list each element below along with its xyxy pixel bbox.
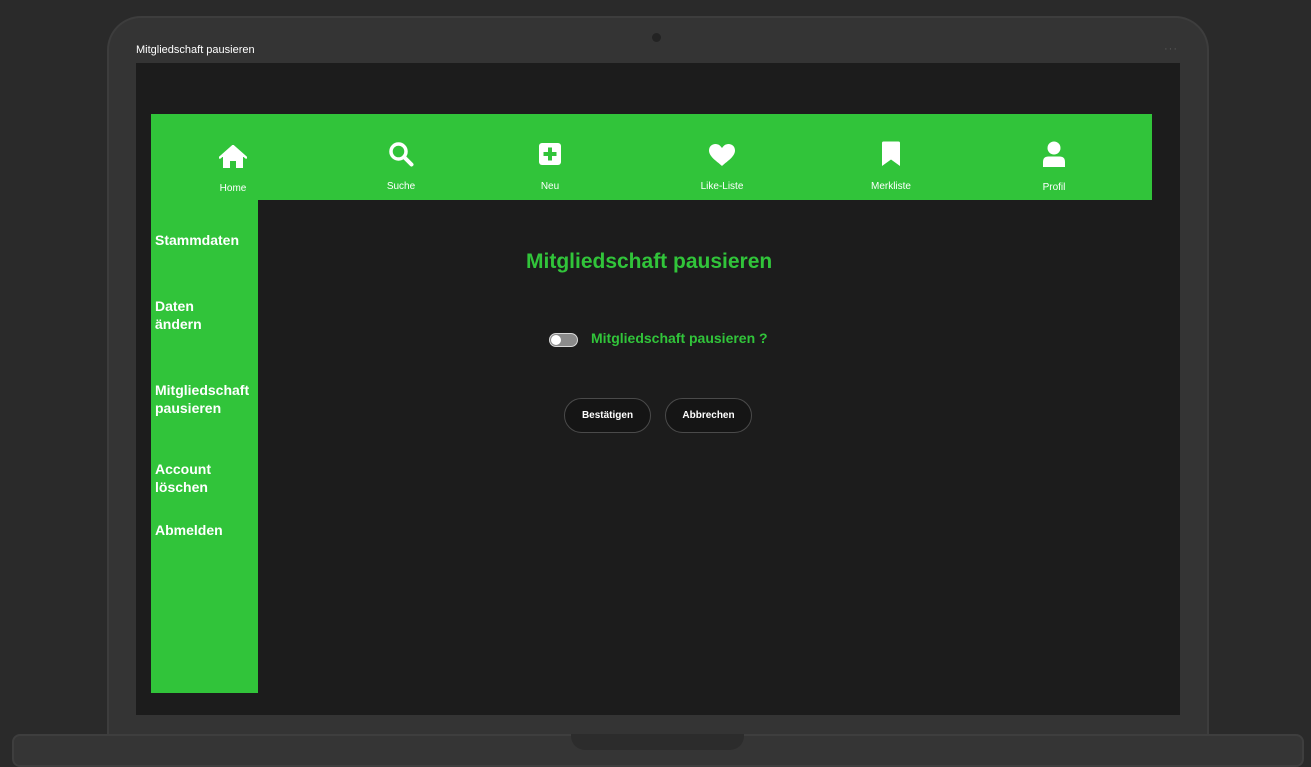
search-icon — [386, 139, 416, 169]
cancel-button[interactable]: Abbrechen — [665, 398, 752, 433]
plus-square-icon — [535, 139, 565, 169]
toggle-knob — [551, 335, 561, 345]
nav-label-new: Neu — [540, 181, 560, 192]
nav-label-bookmarks: Merkliste — [870, 181, 911, 192]
pause-membership-toggle-label: Mitgliedschaft pausieren ? — [591, 330, 768, 346]
nav-label-search: Suche — [386, 181, 416, 192]
sidebar-item-daten-aendern[interactable]: Daten ändern — [155, 297, 215, 333]
nav-item-home[interactable]: Home — [178, 114, 288, 200]
heart-icon — [707, 140, 737, 170]
top-navigation: Home Suche Neu Like-Liste Merkliste Prof… — [151, 114, 1152, 200]
sidebar-item-account-loeschen[interactable]: Account löschen — [155, 460, 225, 496]
camera-dot — [652, 33, 661, 42]
sidebar-item-stammdaten[interactable]: Stammdaten — [155, 231, 257, 249]
sidebar-item-abmelden[interactable]: Abmelden — [155, 521, 257, 539]
nav-item-new[interactable]: Neu — [495, 114, 605, 200]
nav-label-profile: Profil — [1042, 182, 1066, 193]
page-title: Mitgliedschaft pausieren — [526, 250, 773, 273]
home-icon — [218, 142, 248, 172]
nav-item-profile[interactable]: Profil — [999, 114, 1109, 200]
nav-item-search[interactable]: Suche — [346, 114, 456, 200]
nav-label-like-list: Like-Liste — [700, 181, 744, 192]
user-icon — [1039, 139, 1069, 169]
sidebar: Stammdaten Daten ändern Mitgliedschaft p… — [151, 200, 258, 693]
laptop-base-notch — [571, 734, 744, 750]
nav-label-home: Home — [219, 183, 247, 194]
app-screen: Home Suche Neu Like-Liste Merkliste Prof… — [136, 63, 1180, 715]
bookmark-icon — [876, 139, 906, 169]
sidebar-item-mitgliedschaft-pausieren[interactable]: Mitgliedschaft pausieren — [155, 381, 257, 417]
nav-item-bookmarks[interactable]: Merkliste — [836, 114, 946, 200]
window-title: Mitgliedschaft pausieren — [136, 44, 255, 56]
nav-item-like-list[interactable]: Like-Liste — [667, 114, 777, 200]
confirm-button[interactable]: Bestätigen — [564, 398, 651, 433]
more-options-icon[interactable]: ··· — [1164, 43, 1178, 55]
pause-membership-toggle[interactable] — [549, 333, 578, 347]
